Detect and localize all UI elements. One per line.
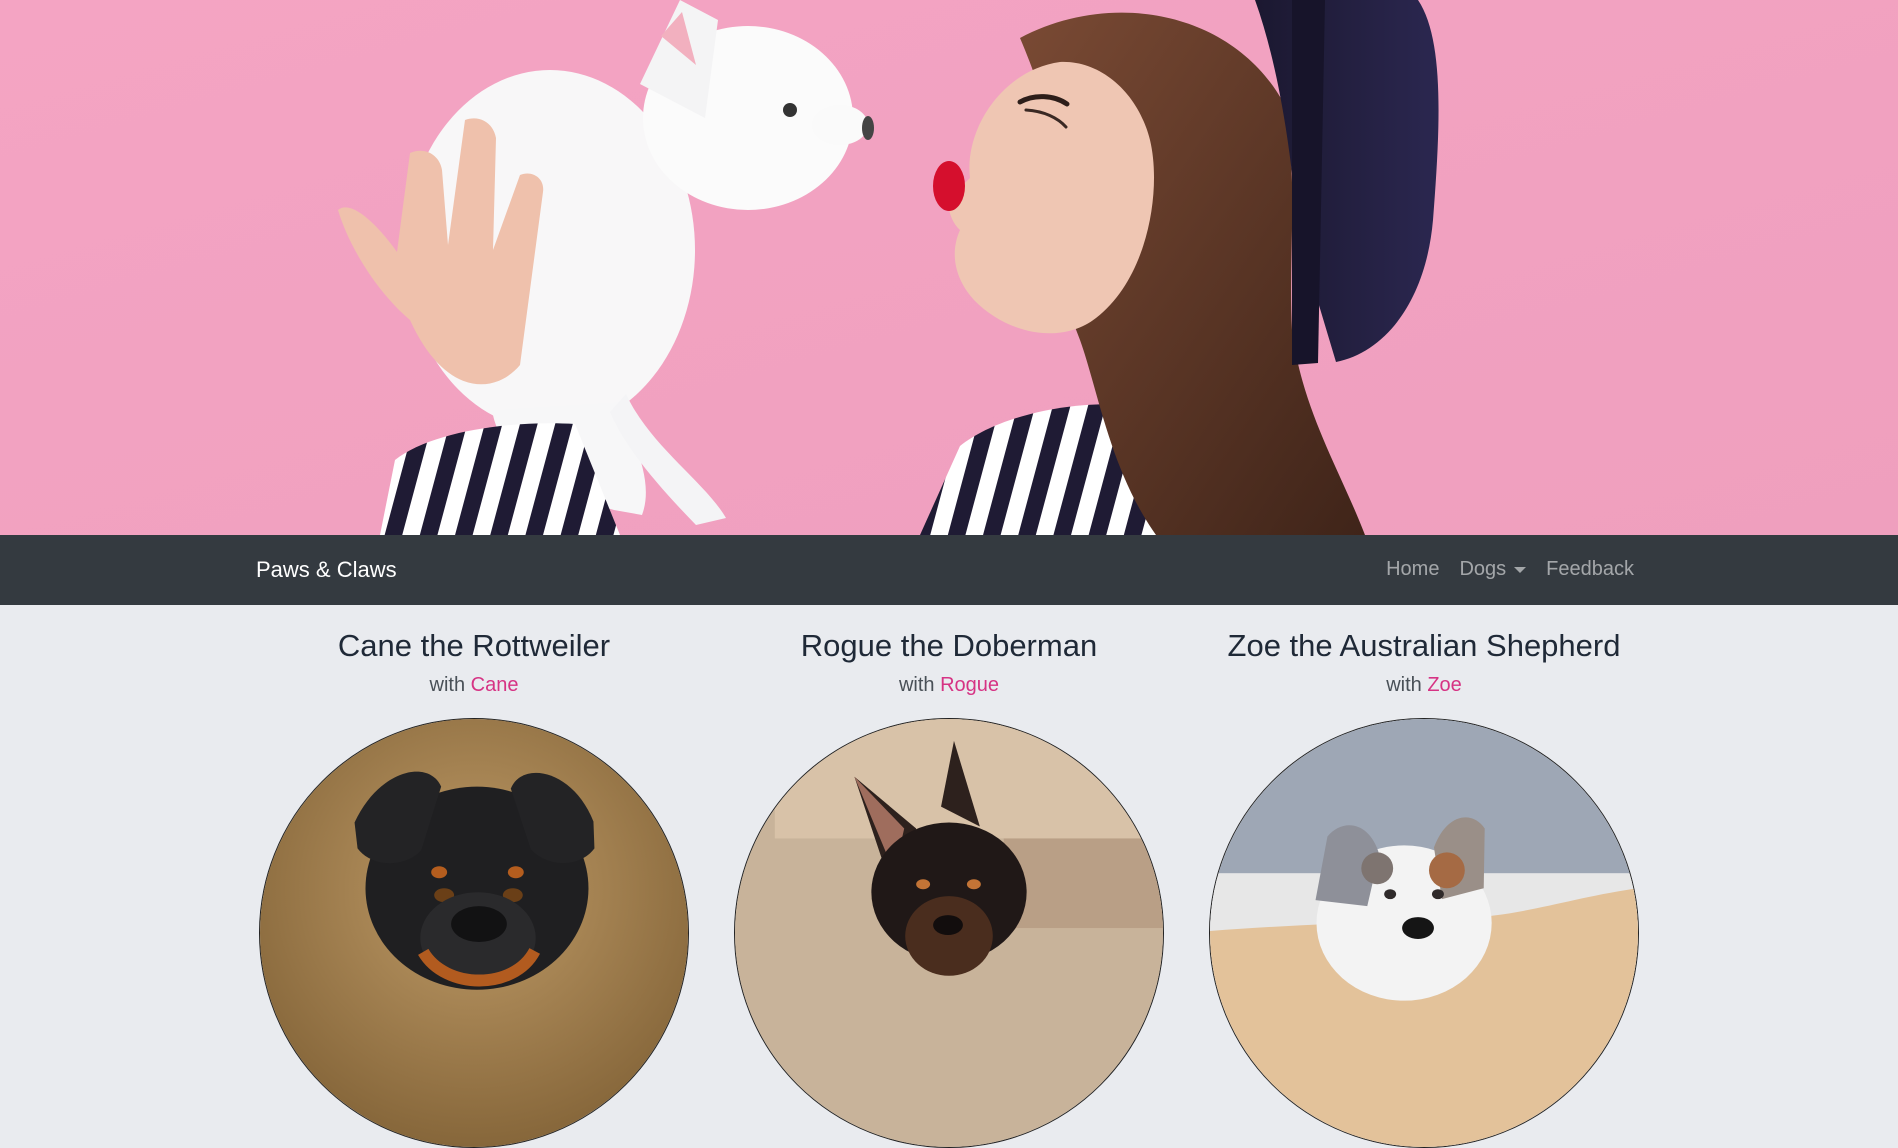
rottweiler-image bbox=[259, 718, 689, 1148]
aussie-image bbox=[1209, 718, 1639, 1148]
dog-cards-section: Cane the Rottweiler with Cane Rogue the … bbox=[0, 605, 1898, 1148]
owner-link-rogue[interactable]: Rogue bbox=[940, 674, 999, 696]
dog-card-rottweiler: Cane the Rottweiler with Cane bbox=[259, 605, 689, 1148]
main-navbar: Paws & Claws Home Dogs Feedback bbox=[0, 535, 1898, 605]
subtitle-prefix: with bbox=[898, 674, 935, 696]
subtitle-prefix: with bbox=[429, 674, 466, 696]
owner-link-zoe[interactable]: Zoe bbox=[1427, 674, 1461, 696]
nav-dogs-label: Dogs bbox=[1459, 558, 1507, 580]
doberman-illustration bbox=[735, 719, 1163, 1147]
dog-card-subtitle: with Zoe bbox=[1209, 670, 1639, 700]
dog-card-title: Cane the Rottweiler bbox=[337, 628, 611, 663]
nav-home-label: Home bbox=[1386, 558, 1440, 580]
nav-links: Home Dogs Feedback bbox=[1386, 553, 1634, 585]
doberman-image bbox=[734, 718, 1164, 1148]
owner-link-cane[interactable]: Cane bbox=[471, 674, 519, 696]
dog-card-subtitle: with Cane bbox=[259, 670, 689, 700]
nav-dogs-dropdown[interactable]: Dogs bbox=[1459, 553, 1527, 585]
dog-card-title: Zoe the Australian Shepherd bbox=[1227, 628, 1621, 663]
subtitle-prefix: with bbox=[1386, 674, 1422, 696]
dog-card-subtitle: with Rogue bbox=[734, 670, 1164, 700]
hero-image bbox=[0, 0, 1898, 535]
rottweiler-illustration bbox=[260, 719, 688, 1147]
nav-home-link[interactable]: Home bbox=[1386, 553, 1439, 585]
dog-card-title: Rogue the Doberman bbox=[800, 628, 1098, 663]
dog-card-doberman: Rogue the Doberman with Rogue bbox=[734, 605, 1164, 1148]
aussie-illustration bbox=[1210, 719, 1638, 1147]
dog-card-aussie: Zoe the Australian Shepherd with Zoe bbox=[1209, 605, 1639, 1148]
nav-feedback-label: Feedback bbox=[1546, 558, 1634, 580]
nav-feedback-link[interactable]: Feedback bbox=[1546, 553, 1634, 585]
hero-banner bbox=[0, 0, 1898, 535]
chevron-down-icon bbox=[1514, 567, 1527, 573]
brand-link[interactable]: Paws & Claws bbox=[256, 554, 397, 586]
